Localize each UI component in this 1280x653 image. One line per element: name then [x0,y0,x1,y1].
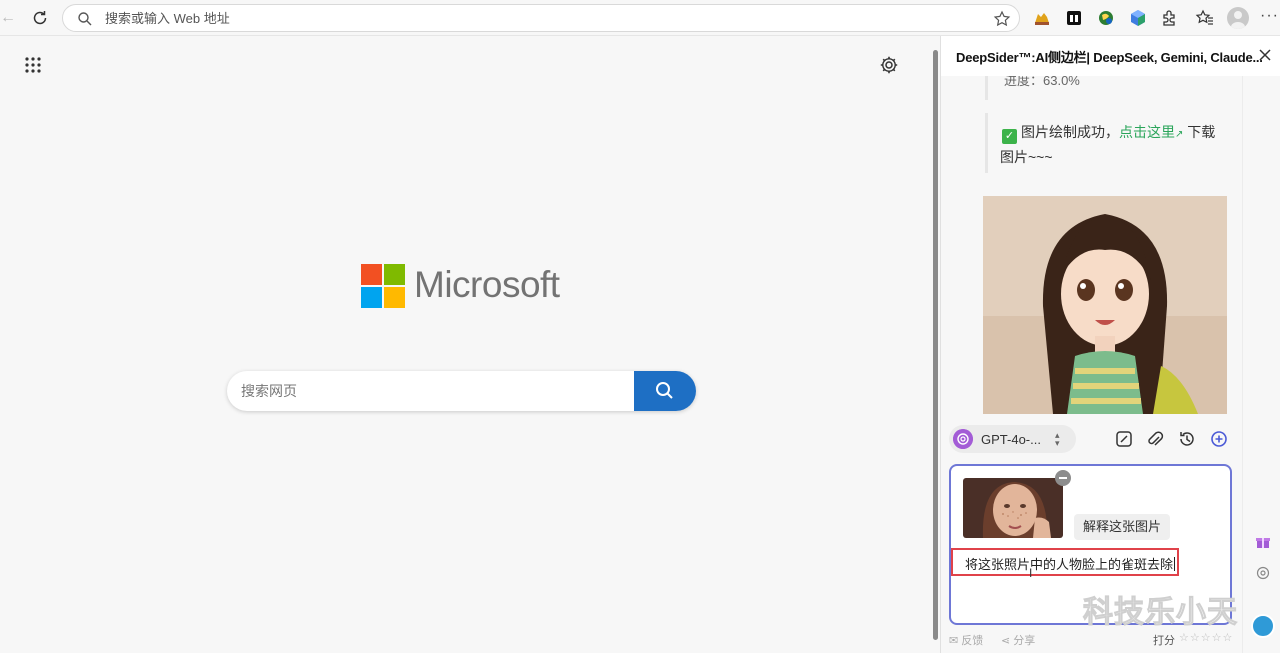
prompt-input[interactable]: 将这张照片中的人物脸上的雀斑去除 [951,548,1179,576]
target-icon[interactable] [1256,566,1270,580]
reload-icon[interactable] [30,8,50,28]
model-selector[interactable]: GPT-4o-... ▴ ▾ [949,425,1076,453]
sidebar-footer: ✉ 反馈 ⋖ 分享 打分 ☆☆☆☆☆ [949,632,1239,648]
extension-cat-icon[interactable] [1032,8,1052,28]
new-chat-icon[interactable] [1209,429,1229,449]
draw-image-icon[interactable] [1114,429,1134,449]
ai-sidebar-panel: 进度：63.0% ✓ 图片绘制成功，点击这里↗ 下载 图片~~~ GPT-4o-.… [940,36,1280,653]
gift-icon[interactable] [1256,535,1270,549]
sidebar-title: DeepSider™:AI侧边栏| DeepSeek, Gemini, Clau… [956,50,1263,65]
microsoft-wordmark: Microsoft [414,264,560,305]
generated-image[interactable] [983,196,1227,414]
updown-chevron-icon: ▴ ▾ [1055,430,1060,448]
share-label: 分享 [1013,635,1036,647]
browser-toolbar: ← 搜索或输入 Web 地址 ··· [0,0,1280,36]
prompt-text: 将这张照片中的人物脸上的雀斑去除 [965,557,1174,572]
feedback-button[interactable]: ✉ 反馈 [949,632,983,648]
search-icon [78,12,92,26]
search-icon [656,382,673,399]
image-done-message: ✓ 图片绘制成功，点击这里↗ 下载 图片~~~ [985,113,1237,173]
back-icon[interactable]: ← [0,8,18,28]
feedback-label: 反馈 [961,635,984,647]
favorites-icon[interactable] [1195,8,1215,28]
sidebar-scrollbar[interactable] [930,36,940,653]
checkmark-icon: ✓ [1002,129,1017,144]
watermark-text: 科技乐小天 [1083,596,1238,630]
download-link[interactable]: 点击这里 [1119,124,1175,140]
assistant-avatar[interactable] [1251,614,1275,638]
app-launcher-icon[interactable] [24,56,42,74]
extensions-puzzle-icon[interactable] [1160,8,1180,28]
close-icon[interactable] [1257,47,1273,63]
scrollbar-thumb[interactable] [933,50,938,640]
web-search-box [227,371,696,411]
web-search-input[interactable] [227,371,634,411]
more-menu-icon[interactable]: ··· [1260,8,1278,28]
extension-globe-icon[interactable] [1096,8,1116,28]
text-caret [1174,557,1176,571]
history-icon[interactable] [1177,429,1197,449]
rating-stars[interactable]: ☆☆☆☆☆ [1179,631,1233,644]
external-link-icon: ↗ [1175,129,1184,140]
rate-label: 打分 [1153,635,1175,647]
done-suffix: 下载 [1187,124,1216,140]
remove-attachment-button[interactable] [1055,470,1071,486]
done-prefix: 图片绘制成功， [1021,124,1119,140]
settings-gear-icon[interactable] [879,55,899,75]
attached-photo[interactable] [963,478,1063,538]
address-bar[interactable]: 搜索或输入 Web 地址 [62,4,1020,32]
ibeam-cursor-icon: I [1029,566,1033,580]
sidebar-header: DeepSider™:AI侧边栏| DeepSeek, Gemini, Clau… [941,36,1280,76]
openai-model-icon [953,429,973,449]
done-line2: 图片~~~ [1000,149,1053,165]
favorite-star-icon[interactable] [993,10,1011,28]
microsoft-logo [361,264,405,308]
share-button[interactable]: ⋖ 分享 [1001,632,1035,648]
address-placeholder: 搜索或输入 Web 地址 [105,11,230,26]
web-search-button[interactable] [634,371,696,411]
suggestion-chip[interactable]: 解释这张图片 [1074,514,1170,540]
model-name: GPT-4o-... [981,432,1041,447]
profile-avatar[interactable] [1227,7,1249,29]
attachment-icon[interactable] [1145,429,1165,449]
extension-cube-icon[interactable] [1128,8,1148,28]
profile-person-icon [1231,11,1245,29]
extension-board-icon[interactable] [1064,8,1084,28]
sidebar-rail [1242,36,1280,653]
